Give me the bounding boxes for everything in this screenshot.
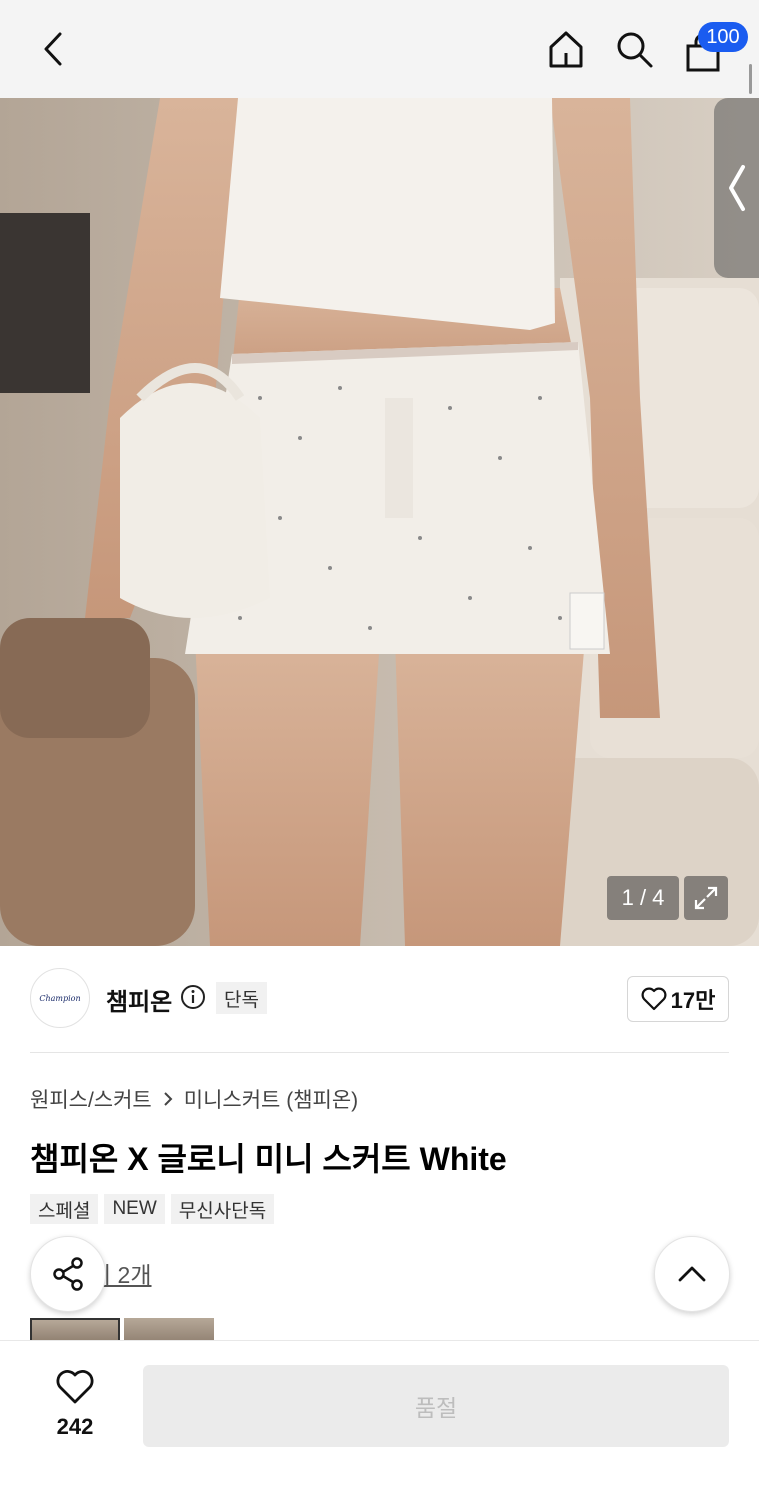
brand-info-button[interactable]	[180, 984, 206, 1015]
breadcrumb: 원피스/스커트 미니스커트 (챔피온)	[30, 1084, 358, 1114]
expand-icon	[694, 886, 718, 910]
search-button[interactable]	[611, 26, 657, 72]
heart-icon	[56, 1370, 94, 1404]
exclusive-tag: 단독	[216, 982, 267, 1014]
wishlist-button[interactable]: 242	[30, 1369, 120, 1440]
side-panel-tab[interactable]	[714, 98, 759, 278]
tag-special: 스페셜	[30, 1194, 99, 1224]
brand-logo[interactable]: Champion	[30, 968, 90, 1028]
search-icon	[617, 32, 653, 68]
chevron-up-icon	[678, 1266, 706, 1282]
product-photo	[0, 98, 759, 946]
chevron-right-icon	[164, 1092, 173, 1106]
tag-new: NEW	[104, 1194, 165, 1224]
top-navigation-bar: 100	[0, 0, 759, 98]
brand-name[interactable]: 챔피온	[106, 982, 172, 1017]
wishlist-count: 242	[56, 1414, 94, 1439]
cart-count-badge: 100	[698, 22, 748, 52]
expand-image-button[interactable]	[684, 876, 728, 920]
product-image[interactable]	[0, 98, 759, 946]
product-title: 챔피온 X 글로니 미니 스커트 White	[30, 1141, 507, 1177]
chevron-left-icon	[728, 165, 745, 211]
bottom-action-bar: 242 품절	[0, 1340, 759, 1501]
scroll-indicator	[749, 64, 752, 94]
info-icon	[181, 985, 205, 1009]
back-button[interactable]	[30, 26, 76, 72]
breadcrumb-subcategory[interactable]: 미니스커트 (챔피온)	[184, 1084, 358, 1114]
breadcrumb-category[interactable]: 원피스/스커트	[30, 1084, 152, 1114]
heart-icon	[641, 987, 667, 1011]
brand-logo-text: Champion	[39, 993, 81, 1003]
brand-like-count: 17만	[670, 988, 716, 1013]
home-icon	[549, 31, 583, 68]
image-counter: 1 / 4	[607, 876, 679, 920]
sold-out-button[interactable]: 품절	[143, 1365, 729, 1447]
chevron-left-icon	[44, 32, 62, 66]
share-icon	[53, 1257, 83, 1291]
brand-like-button[interactable]: 17만	[627, 976, 729, 1022]
tag-exclusive: 무신사단독	[170, 1194, 275, 1224]
home-button[interactable]	[543, 26, 589, 72]
share-button[interactable]	[30, 1236, 106, 1312]
product-tags: 스페셜 NEW 무신사단독	[30, 1194, 275, 1224]
scroll-to-top-button[interactable]	[654, 1236, 730, 1312]
divider	[30, 1052, 729, 1053]
brand-row: Champion 챔피온 단독 17만	[30, 968, 729, 1030]
